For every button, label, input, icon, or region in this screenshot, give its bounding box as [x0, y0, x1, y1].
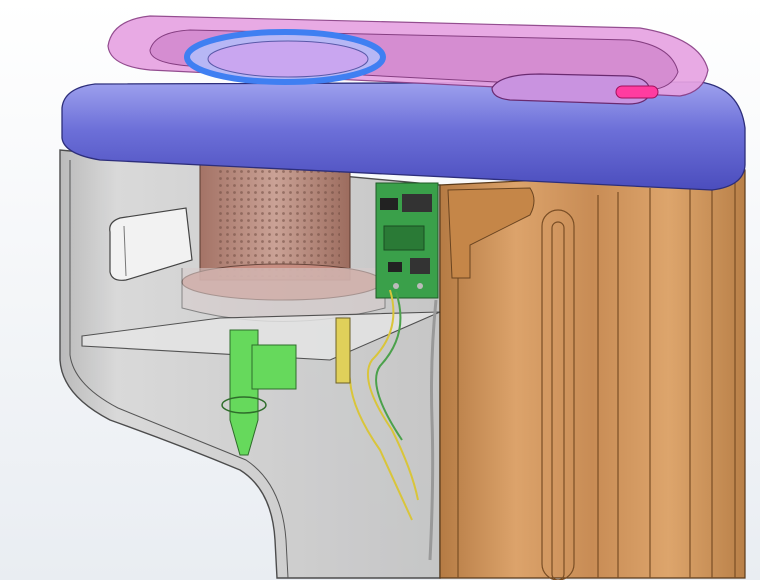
connector-post: [335, 317, 351, 384]
sensor-block: [251, 344, 297, 390]
pink-release-button[interactable]: [615, 85, 659, 99]
cup-holder: [181, 268, 386, 322]
cup-opening-hole: [207, 40, 369, 78]
filter-holes: [215, 165, 340, 277]
cad-viewport[interactable]: [0, 0, 760, 580]
